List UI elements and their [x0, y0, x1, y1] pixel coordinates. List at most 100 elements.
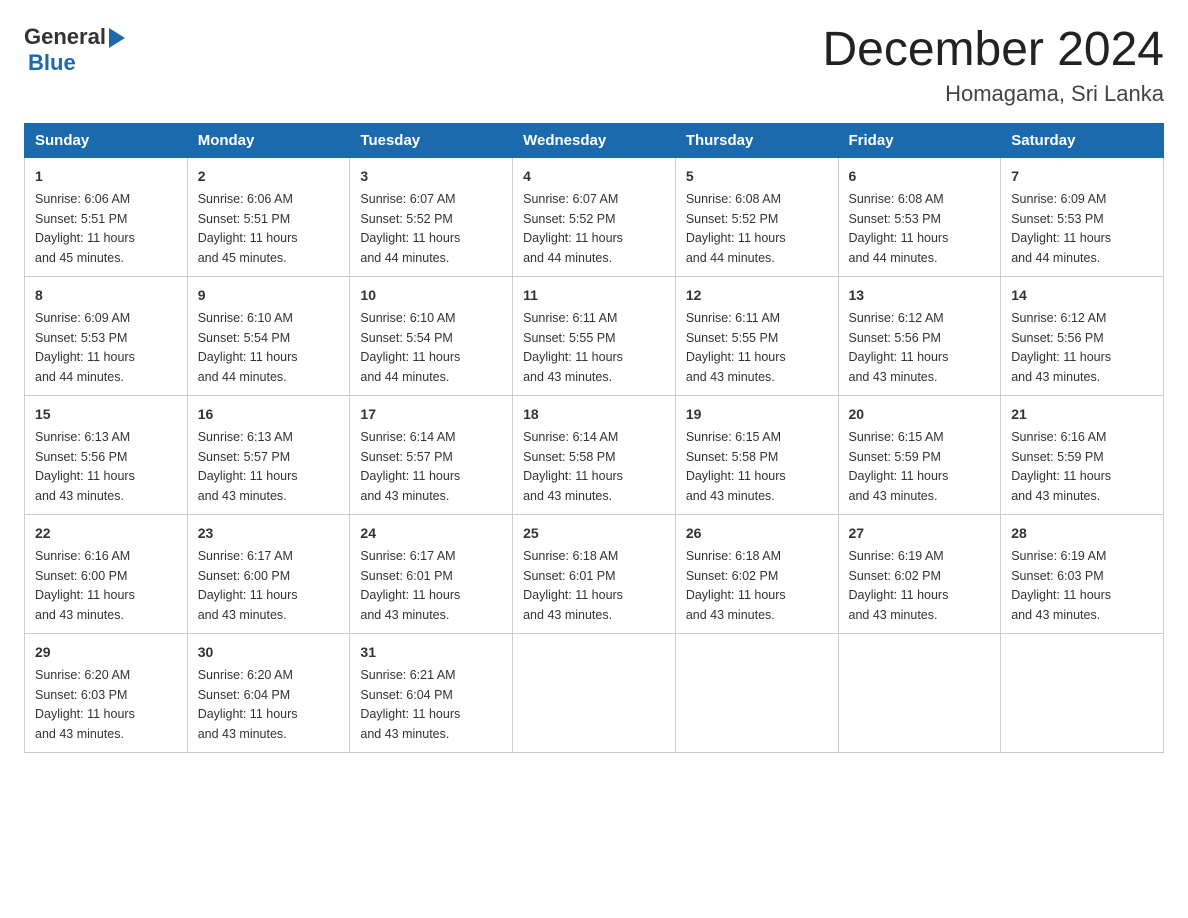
calendar-cell	[675, 633, 838, 752]
day-number: 3	[360, 166, 502, 187]
calendar-table: SundayMondayTuesdayWednesdayThursdayFrid…	[24, 123, 1164, 753]
calendar-cell: 3 Sunrise: 6:07 AMSunset: 5:52 PMDayligh…	[350, 157, 513, 276]
calendar-cell: 28 Sunrise: 6:19 AMSunset: 6:03 PMDaylig…	[1001, 514, 1164, 633]
day-info: Sunrise: 6:08 AMSunset: 5:53 PMDaylight:…	[849, 192, 949, 265]
day-number: 28	[1011, 523, 1153, 544]
calendar-cell: 24 Sunrise: 6:17 AMSunset: 6:01 PMDaylig…	[350, 514, 513, 633]
day-info: Sunrise: 6:19 AMSunset: 6:03 PMDaylight:…	[1011, 549, 1111, 622]
calendar-cell	[838, 633, 1001, 752]
day-number: 15	[35, 404, 177, 425]
day-info: Sunrise: 6:15 AMSunset: 5:59 PMDaylight:…	[849, 430, 949, 503]
day-info: Sunrise: 6:20 AMSunset: 6:03 PMDaylight:…	[35, 668, 135, 741]
day-number: 8	[35, 285, 177, 306]
day-number: 19	[686, 404, 828, 425]
day-info: Sunrise: 6:16 AMSunset: 6:00 PMDaylight:…	[35, 549, 135, 622]
page-subtitle: Homagama, Sri Lanka	[822, 81, 1164, 107]
calendar-cell: 10 Sunrise: 6:10 AMSunset: 5:54 PMDaylig…	[350, 276, 513, 395]
day-info: Sunrise: 6:12 AMSunset: 5:56 PMDaylight:…	[1011, 311, 1111, 384]
day-info: Sunrise: 6:19 AMSunset: 6:02 PMDaylight:…	[849, 549, 949, 622]
calendar-cell: 26 Sunrise: 6:18 AMSunset: 6:02 PMDaylig…	[675, 514, 838, 633]
calendar-cell: 14 Sunrise: 6:12 AMSunset: 5:56 PMDaylig…	[1001, 276, 1164, 395]
day-info: Sunrise: 6:06 AMSunset: 5:51 PMDaylight:…	[35, 192, 135, 265]
title-block: December 2024 Homagama, Sri Lanka	[822, 24, 1164, 107]
day-number: 22	[35, 523, 177, 544]
day-number: 4	[523, 166, 665, 187]
day-number: 20	[849, 404, 991, 425]
day-info: Sunrise: 6:18 AMSunset: 6:02 PMDaylight:…	[686, 549, 786, 622]
calendar-week-row: 15 Sunrise: 6:13 AMSunset: 5:56 PMDaylig…	[25, 395, 1164, 514]
calendar-header-thursday: Thursday	[675, 123, 838, 157]
calendar-cell: 7 Sunrise: 6:09 AMSunset: 5:53 PMDayligh…	[1001, 157, 1164, 276]
page-header: General Blue December 2024 Homagama, Sri…	[24, 24, 1164, 107]
calendar-cell: 2 Sunrise: 6:06 AMSunset: 5:51 PMDayligh…	[187, 157, 350, 276]
day-info: Sunrise: 6:11 AMSunset: 5:55 PMDaylight:…	[523, 311, 623, 384]
calendar-cell: 15 Sunrise: 6:13 AMSunset: 5:56 PMDaylig…	[25, 395, 188, 514]
calendar-week-row: 1 Sunrise: 6:06 AMSunset: 5:51 PMDayligh…	[25, 157, 1164, 276]
day-info: Sunrise: 6:11 AMSunset: 5:55 PMDaylight:…	[686, 311, 786, 384]
calendar-week-row: 22 Sunrise: 6:16 AMSunset: 6:00 PMDaylig…	[25, 514, 1164, 633]
day-info: Sunrise: 6:18 AMSunset: 6:01 PMDaylight:…	[523, 549, 623, 622]
day-number: 24	[360, 523, 502, 544]
calendar-header-friday: Friday	[838, 123, 1001, 157]
day-info: Sunrise: 6:14 AMSunset: 5:57 PMDaylight:…	[360, 430, 460, 503]
day-info: Sunrise: 6:13 AMSunset: 5:56 PMDaylight:…	[35, 430, 135, 503]
day-number: 30	[198, 642, 340, 663]
day-info: Sunrise: 6:12 AMSunset: 5:56 PMDaylight:…	[849, 311, 949, 384]
day-info: Sunrise: 6:17 AMSunset: 6:01 PMDaylight:…	[360, 549, 460, 622]
calendar-header-tuesday: Tuesday	[350, 123, 513, 157]
day-info: Sunrise: 6:09 AMSunset: 5:53 PMDaylight:…	[1011, 192, 1111, 265]
calendar-header-monday: Monday	[187, 123, 350, 157]
day-number: 25	[523, 523, 665, 544]
calendar-week-row: 29 Sunrise: 6:20 AMSunset: 6:03 PMDaylig…	[25, 633, 1164, 752]
calendar-cell: 30 Sunrise: 6:20 AMSunset: 6:04 PMDaylig…	[187, 633, 350, 752]
calendar-cell: 18 Sunrise: 6:14 AMSunset: 5:58 PMDaylig…	[513, 395, 676, 514]
day-number: 23	[198, 523, 340, 544]
day-info: Sunrise: 6:10 AMSunset: 5:54 PMDaylight:…	[360, 311, 460, 384]
day-number: 27	[849, 523, 991, 544]
day-number: 9	[198, 285, 340, 306]
calendar-cell: 11 Sunrise: 6:11 AMSunset: 5:55 PMDaylig…	[513, 276, 676, 395]
day-number: 29	[35, 642, 177, 663]
day-info: Sunrise: 6:20 AMSunset: 6:04 PMDaylight:…	[198, 668, 298, 741]
logo: General Blue	[24, 24, 125, 76]
day-info: Sunrise: 6:21 AMSunset: 6:04 PMDaylight:…	[360, 668, 460, 741]
calendar-cell: 1 Sunrise: 6:06 AMSunset: 5:51 PMDayligh…	[25, 157, 188, 276]
calendar-cell: 25 Sunrise: 6:18 AMSunset: 6:01 PMDaylig…	[513, 514, 676, 633]
calendar-cell: 27 Sunrise: 6:19 AMSunset: 6:02 PMDaylig…	[838, 514, 1001, 633]
day-number: 18	[523, 404, 665, 425]
calendar-cell	[513, 633, 676, 752]
day-number: 31	[360, 642, 502, 663]
day-number: 11	[523, 285, 665, 306]
calendar-cell: 12 Sunrise: 6:11 AMSunset: 5:55 PMDaylig…	[675, 276, 838, 395]
calendar-cell: 17 Sunrise: 6:14 AMSunset: 5:57 PMDaylig…	[350, 395, 513, 514]
calendar-cell: 31 Sunrise: 6:21 AMSunset: 6:04 PMDaylig…	[350, 633, 513, 752]
calendar-cell: 22 Sunrise: 6:16 AMSunset: 6:00 PMDaylig…	[25, 514, 188, 633]
calendar-cell: 23 Sunrise: 6:17 AMSunset: 6:00 PMDaylig…	[187, 514, 350, 633]
calendar-cell: 5 Sunrise: 6:08 AMSunset: 5:52 PMDayligh…	[675, 157, 838, 276]
calendar-cell: 13 Sunrise: 6:12 AMSunset: 5:56 PMDaylig…	[838, 276, 1001, 395]
day-number: 13	[849, 285, 991, 306]
day-info: Sunrise: 6:16 AMSunset: 5:59 PMDaylight:…	[1011, 430, 1111, 503]
day-number: 16	[198, 404, 340, 425]
calendar-cell	[1001, 633, 1164, 752]
day-info: Sunrise: 6:07 AMSunset: 5:52 PMDaylight:…	[360, 192, 460, 265]
day-number: 17	[360, 404, 502, 425]
calendar-week-row: 8 Sunrise: 6:09 AMSunset: 5:53 PMDayligh…	[25, 276, 1164, 395]
calendar-header-sunday: Sunday	[25, 123, 188, 157]
day-info: Sunrise: 6:09 AMSunset: 5:53 PMDaylight:…	[35, 311, 135, 384]
day-number: 2	[198, 166, 340, 187]
calendar-cell: 29 Sunrise: 6:20 AMSunset: 6:03 PMDaylig…	[25, 633, 188, 752]
calendar-cell: 6 Sunrise: 6:08 AMSunset: 5:53 PMDayligh…	[838, 157, 1001, 276]
logo-chevron-icon	[109, 28, 125, 48]
calendar-header-saturday: Saturday	[1001, 123, 1164, 157]
calendar-cell: 9 Sunrise: 6:10 AMSunset: 5:54 PMDayligh…	[187, 276, 350, 395]
page-title: December 2024	[822, 24, 1164, 77]
day-number: 12	[686, 285, 828, 306]
calendar-cell: 20 Sunrise: 6:15 AMSunset: 5:59 PMDaylig…	[838, 395, 1001, 514]
day-number: 10	[360, 285, 502, 306]
day-info: Sunrise: 6:14 AMSunset: 5:58 PMDaylight:…	[523, 430, 623, 503]
day-info: Sunrise: 6:13 AMSunset: 5:57 PMDaylight:…	[198, 430, 298, 503]
day-info: Sunrise: 6:08 AMSunset: 5:52 PMDaylight:…	[686, 192, 786, 265]
logo-general-text: General	[24, 24, 106, 50]
calendar-cell: 21 Sunrise: 6:16 AMSunset: 5:59 PMDaylig…	[1001, 395, 1164, 514]
